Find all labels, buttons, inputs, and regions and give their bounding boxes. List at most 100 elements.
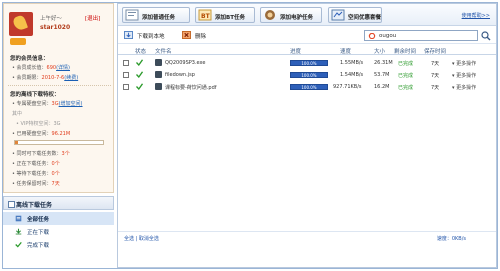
downloading-row: • 正在下载任务：0个 (12, 160, 60, 167)
space-usage-bar (14, 140, 104, 145)
remaining: 已完成 (398, 61, 414, 67)
growth-row: • 会员成长值：690(详情) (12, 64, 70, 71)
all-tasks-icon (15, 215, 22, 222)
username: star1020 (40, 24, 71, 31)
row-checkbox[interactable] (123, 72, 129, 78)
table-row[interactable]: QQ2009SP3.exe 100.0% 1.55MB/s 26.31M 已完成… (118, 57, 496, 69)
package-icon (331, 9, 345, 21)
greeting: 上午好～ (40, 16, 63, 22)
row-checkbox[interactable] (123, 60, 129, 66)
delete-icon (182, 31, 191, 39)
help-link[interactable]: 使用帮助>> (462, 12, 490, 19)
bt-icon: BT (198, 9, 212, 21)
growth-detail-link[interactable]: (详情) (56, 65, 70, 71)
nav-item-downloading[interactable]: 正在下载 (3, 225, 114, 238)
growth-label: • 会员成长值： (12, 65, 47, 71)
sogou-logo-icon (368, 33, 376, 39)
speed: 927.71KB/s (333, 84, 362, 90)
delete-button[interactable]: 删除 (182, 30, 206, 41)
growth-value: 690 (46, 65, 57, 71)
file-name[interactable]: QQ2009SP3.exe (165, 60, 205, 66)
nav-item-all-tasks[interactable]: 全部任务 (3, 212, 114, 225)
svg-text:BT: BT (201, 13, 211, 20)
col-speed[interactable]: 速度 (340, 47, 351, 55)
retention-row: • 任务保留时间：7天 (12, 180, 60, 187)
row-checkbox[interactable] (123, 84, 129, 90)
col-size[interactable]: 大小 (374, 47, 385, 55)
col-remaining[interactable]: 剩余时间 (394, 47, 416, 55)
concurrent-row: • 同时可下载任务数：3个 (12, 150, 70, 157)
completed-icon (15, 241, 22, 248)
file-icon (155, 59, 162, 66)
more-actions-label: 更多操作 (456, 73, 477, 79)
waiting-value: 0个 (51, 171, 60, 177)
keep-time: 7天 (431, 61, 440, 67)
space-label: • 专属硬盘空间： (12, 101, 52, 107)
speed: 1.54MB/s (340, 72, 364, 78)
table-header: 状态 文件名 进度 速度 大小 剩余时间 保存时间 (118, 45, 496, 55)
speed: 1.55MB/s (340, 60, 364, 66)
file-name[interactable]: 课程标要-荷饮问通.pdf (165, 84, 217, 91)
main-panel: 添加普通任务 BT 添加BT任务 添加电驴任务 空间优惠套餐 使用帮助>> 下载… (117, 3, 497, 268)
expiry-value: 2010-7-6 (41, 75, 65, 81)
add-normal-task-button[interactable]: 添加普通任务 (122, 7, 190, 23)
file-name[interactable]: filedown.jsp (165, 72, 195, 78)
logout-link[interactable]: [退出] (85, 14, 100, 22)
more-actions-label: 更多操作 (456, 85, 477, 91)
table-row[interactable]: 课程标要-荷饮问通.pdf 100.0% 927.71KB/s 16.2M 已完… (118, 81, 496, 93)
expiry-label: • 会员期限： (12, 75, 42, 81)
col-status[interactable]: 状态 (135, 47, 146, 55)
more-actions-link[interactable]: ▾ 更多操作 (452, 72, 476, 79)
remaining: 已完成 (398, 73, 414, 79)
space-row: • 专属硬盘空间：3G(增加空间) (12, 100, 83, 107)
space-offer-button[interactable]: 空间优惠套餐 (328, 7, 382, 23)
action-bar: 下载到本地 删除 ougou (118, 27, 496, 44)
add-emule-task-label: 添加电驴任务 (280, 15, 314, 21)
downloading-icon (15, 228, 22, 235)
delete-label: 删除 (195, 34, 207, 40)
table-row[interactable]: filedown.jsp 100.0% 1.54MB/s 53.7M 已完成 7… (118, 69, 496, 81)
check-status-icon (136, 59, 143, 66)
waiting-row: • 等待下载任务：0个 (12, 170, 60, 177)
search-icon[interactable] (480, 30, 492, 41)
space-usage-fill (15, 141, 18, 144)
col-progress[interactable]: 进度 (290, 47, 301, 55)
add-task-icon (125, 9, 139, 21)
divider (8, 85, 111, 86)
retention-label: • 任务保留时间： (12, 181, 52, 187)
downloading-value: 0个 (51, 161, 60, 167)
search-value: ougou (379, 33, 397, 39)
add-space-link[interactable]: (增加空间) (59, 101, 83, 107)
used-space-row: • 已用硬盘空间：96.21M (12, 130, 70, 137)
file-icon (155, 71, 162, 78)
add-emule-task-button[interactable]: 添加电驴任务 (260, 7, 322, 23)
col-keep-time[interactable]: 保存时间 (424, 47, 446, 55)
search-input[interactable]: ougou (364, 30, 478, 41)
vip-badge-icon (10, 38, 26, 45)
add-bt-task-button[interactable]: BT 添加BT任务 (195, 7, 255, 23)
remaining: 已完成 (398, 85, 414, 91)
used-value: 96.21M (51, 131, 71, 137)
download-local-button[interactable]: 下载到本地 (124, 30, 165, 41)
renew-link[interactable]: (续费) (64, 75, 78, 81)
size: 26.31M (374, 60, 393, 66)
space-value: 3G (51, 101, 59, 107)
emule-icon (265, 10, 275, 20)
size: 16.2M (374, 84, 390, 90)
add-bt-task-label: 添加BT任务 (215, 15, 245, 21)
select-all-link[interactable]: 全选 | 取消全选 (124, 235, 159, 242)
nav-label: 正在下载 (27, 230, 50, 236)
left-panel: 上午好～ [退出] star1020 您的会员信息： • 会员成长值：690(详… (3, 3, 114, 268)
progress-bar: 100.0% (290, 84, 328, 90)
add-normal-task-label: 添加普通任务 (142, 15, 176, 21)
vip-space-row: • VIP特权空间：3G (16, 121, 61, 127)
check-status-icon (136, 71, 143, 78)
nav-item-completed[interactable]: 完成下载 (3, 238, 114, 251)
more-actions-link[interactable]: ▾ 更多操作 (452, 60, 476, 67)
more-actions-label: 更多操作 (456, 61, 477, 67)
offline-privilege-title: 您的离线下载特权： (10, 92, 60, 98)
col-filename[interactable]: 文件名 (155, 47, 172, 55)
more-actions-link[interactable]: ▾ 更多操作 (452, 84, 476, 91)
space-offer-label: 空间优惠套餐 (348, 15, 382, 21)
profile-card: 上午好～ [退出] star1020 您的会员信息： • 会员成长值：690(详… (3, 3, 114, 193)
